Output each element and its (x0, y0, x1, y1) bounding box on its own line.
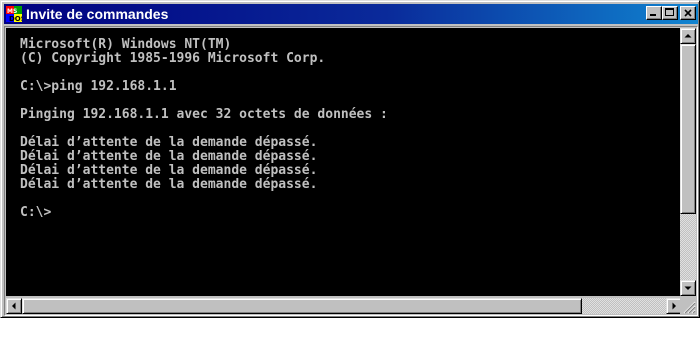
console-window: MS DOS Invite de commandes Microsoft(R) … (0, 0, 700, 318)
console-output[interactable]: Microsoft(R) Windows NT(TM) (C) Copyright… (6, 28, 682, 296)
scroll-down-button[interactable] (680, 280, 696, 296)
title-buttons (646, 6, 696, 20)
console-frame: Microsoft(R) Windows NT(TM) (C) Copyright… (4, 26, 698, 316)
console-line: Délai d’attente de la demande dépassé. (20, 149, 318, 164)
horizontal-scrollbar[interactable] (6, 298, 682, 314)
console-line: Délai d’attente de la demande dépassé. (20, 135, 318, 150)
svg-text:DOS: DOS (9, 15, 22, 22)
vertical-scroll-thumb[interactable] (680, 44, 696, 214)
arrow-right-icon (672, 302, 676, 310)
maximize-icon (665, 8, 674, 16)
console-line: C:\> (20, 205, 52, 220)
title-bar[interactable]: MS DOS Invite de commandes (4, 4, 698, 24)
close-icon (684, 9, 692, 17)
console-line: Microsoft(R) Windows NT(TM) (20, 37, 232, 52)
window-title: Invite de commandes (26, 6, 169, 22)
console-line: Délai d’attente de la demande dépassé. (20, 163, 318, 178)
msdos-icon[interactable]: MS DOS (6, 6, 26, 23)
console-line: (C) Copyright 1985-1996 Microsoft Corp. (20, 51, 326, 66)
size-grip[interactable] (680, 298, 696, 314)
console-line: C:\>ping 192.168.1.1 (20, 79, 177, 94)
horizontal-scroll-thumb[interactable] (22, 298, 582, 314)
minimize-button[interactable] (646, 6, 662, 20)
console-text: Microsoft(R) Windows NT(TM) (C) Copyright… (6, 28, 682, 220)
arrow-left-icon (12, 302, 16, 310)
close-button[interactable] (680, 6, 696, 20)
maximize-button[interactable] (662, 6, 678, 20)
svg-text:MS: MS (7, 8, 17, 15)
console-line: Délai d’attente de la demande dépassé. (20, 177, 318, 192)
scroll-up-button[interactable] (680, 28, 696, 44)
console-line: Pinging 192.168.1.1 avec 32 octets de do… (20, 107, 388, 122)
arrow-down-icon (684, 286, 692, 290)
scroll-left-button[interactable] (6, 298, 22, 314)
resize-grip-icon (683, 301, 696, 314)
minimize-icon (650, 14, 656, 16)
arrow-up-icon (684, 34, 692, 38)
vertical-scrollbar[interactable] (680, 28, 696, 296)
